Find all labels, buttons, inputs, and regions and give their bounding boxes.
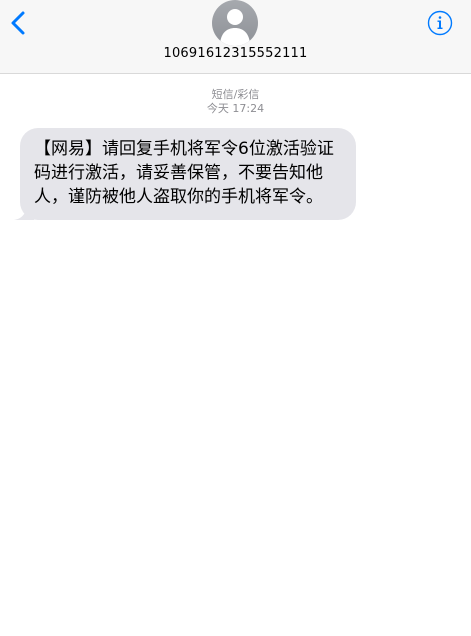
service-label: 短信/彩信	[211, 88, 260, 101]
contact-name[interactable]: 10691612315552111	[0, 46, 471, 61]
chevron-left-icon	[11, 11, 25, 35]
back-button[interactable]	[6, 8, 32, 38]
message-row: 【网易】请回复手机将军令6位激活验证码进行激活，请妥善保管，不要告知他人，谨防被…	[14, 128, 360, 220]
info-circle-icon	[427, 10, 453, 36]
thread-meta: 短信/彩信 今天 17:24	[0, 88, 471, 116]
message-timestamp: 今天 17:24	[206, 102, 265, 115]
incoming-message-bubble[interactable]: 【网易】请回复手机将军令6位激活验证码进行激活，请妥善保管，不要告知他人，谨防被…	[20, 128, 356, 220]
messages-screen: 10691612315552111 短信/彩信 今天 17:24 【网易】请回复…	[0, 0, 471, 636]
person-silhouette-icon	[220, 9, 250, 46]
info-button[interactable]	[427, 10, 453, 36]
conversation-header: 10691612315552111	[0, 0, 471, 74]
contact-avatar[interactable]	[212, 0, 258, 46]
